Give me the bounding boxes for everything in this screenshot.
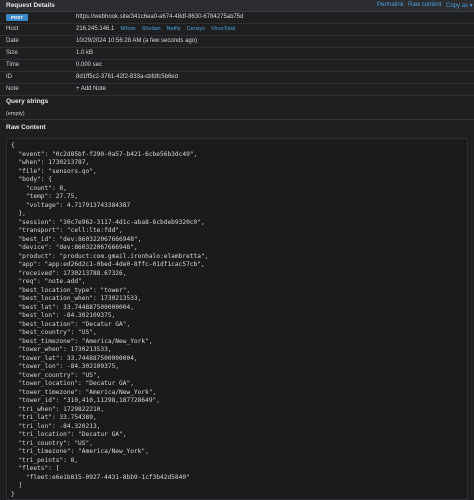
section-divider (0, 119, 474, 120)
censys-link[interactable]: Censys (187, 26, 205, 32)
note-row: Note + Add Note (0, 84, 474, 96)
size-label: Size (6, 50, 18, 56)
virustotal-link[interactable]: VirusTotal (211, 26, 235, 32)
query-strings-empty: (empty) (6, 111, 25, 117)
host-ip: 216.245.146.1 (76, 26, 115, 32)
netify-link[interactable]: Netify (167, 26, 181, 32)
id-row: ID 8d1ff5c2-3761-42f2-833a-cbfdfc5b6ed (0, 72, 474, 84)
copy-as-link[interactable]: Copy as ▾ (446, 2, 473, 9)
raw-content-box: { "event": "0c2d85bf-f290-0a57-b421-6cbe… (6, 138, 468, 500)
id-value: 8d1ff5c2-3761-42f2-833a-cbfdfc5b6ed (76, 74, 178, 80)
request-details-header: Request Details Permalink Raw content Co… (0, 0, 474, 12)
request-url[interactable]: https://webhook.site/341c6ea0-a674-48df-… (76, 14, 243, 20)
size-value: 1.0 kB (76, 50, 94, 56)
raw-content-title: Raw Content (6, 124, 46, 131)
date-label: Date (6, 38, 19, 44)
raw-content-json: { "event": "0c2d85bf-f290-0a57-b421-6cbe… (11, 142, 209, 498)
host-label: Host (6, 26, 19, 32)
shodan-link[interactable]: Shodan (142, 26, 161, 32)
host-value: 216.245.146.1 Whois Shodan Netify Censys Viru… (76, 26, 235, 32)
method-badge: POST (6, 14, 28, 21)
date-row: Date 10/29/2024 10:56:28 AM (a few secon… (0, 36, 474, 48)
permalink-link[interactable]: Permalink (377, 2, 404, 8)
size-row: Size 1.0 kB (0, 48, 474, 60)
time-value: 0.000 sec (76, 62, 103, 68)
query-strings-title: Query strings (6, 98, 49, 105)
id-label: ID (6, 74, 12, 80)
add-note-button[interactable]: + Add Note (76, 86, 106, 92)
raw-content-link[interactable]: Raw content (408, 2, 441, 8)
note-label: Note (6, 86, 19, 92)
whois-link[interactable]: Whois (120, 26, 135, 32)
host-row: Host 216.245.146.1 Whois Shodan Netify Censy… (0, 24, 474, 36)
time-row: Time 0.000 sec (0, 60, 474, 72)
time-label: Time (6, 62, 20, 68)
panel-title: Request Details (6, 2, 55, 9)
url-row: POST https://webhook.site/341c6ea0-a674-… (0, 12, 474, 24)
date-value: 10/29/2024 10:56:28 AM (a few seconds ag… (76, 38, 198, 44)
